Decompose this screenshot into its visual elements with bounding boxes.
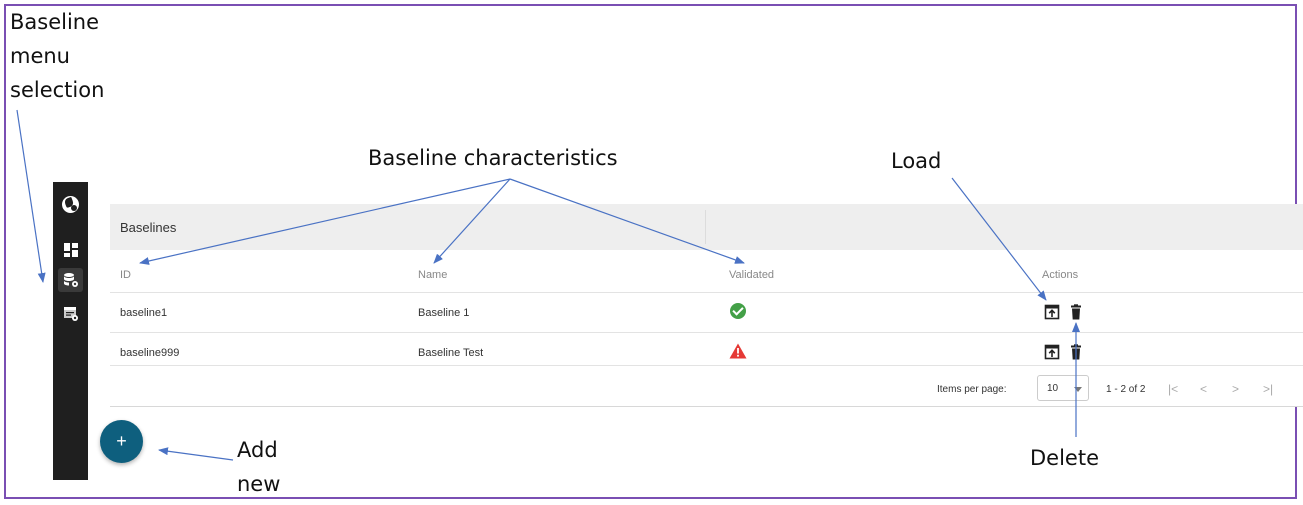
- arrow-name: [433, 178, 511, 264]
- arrow-id: [139, 178, 511, 265]
- arrow-add-new: [158, 447, 234, 461]
- arrow-load: [951, 177, 1047, 301]
- annotation-arrows: [16, 109, 1080, 461]
- arrow-menu: [16, 109, 46, 283]
- arrow-validated: [509, 178, 745, 264]
